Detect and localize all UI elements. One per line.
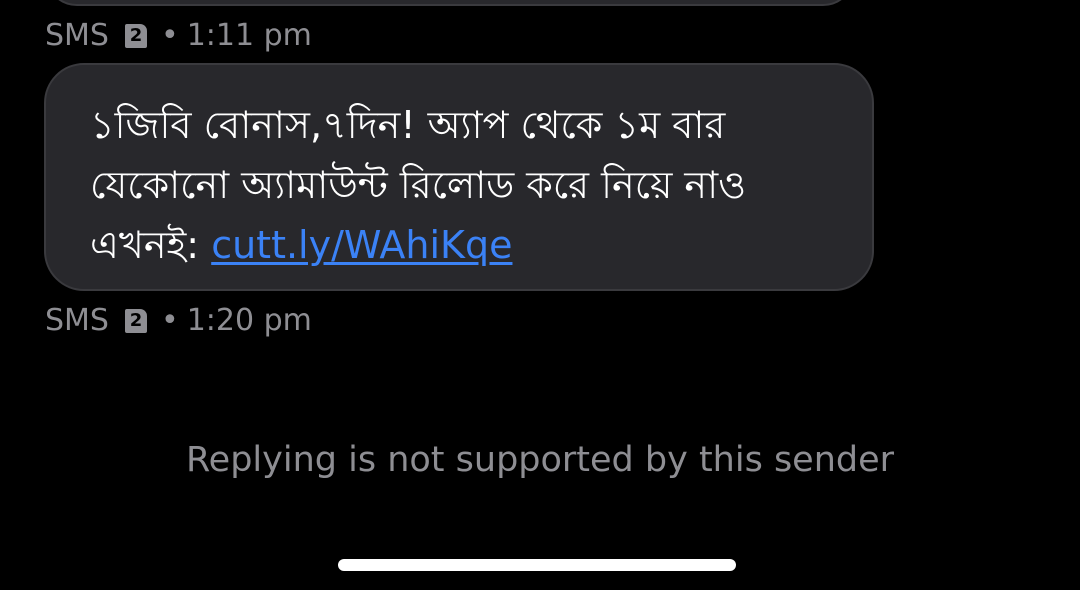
meta-separator: • bbox=[160, 18, 179, 53]
message-text-prefix: এখনই: bbox=[90, 223, 212, 267]
message-channel: SMS bbox=[45, 303, 109, 338]
message-meta: SMS 2 • 1:20 pm bbox=[45, 306, 312, 336]
message-time: 1:20 pm bbox=[186, 303, 312, 338]
reply-not-supported-note: Replying is not supported by this sender bbox=[185, 440, 895, 480]
sim-slot-number: 2 bbox=[129, 25, 143, 46]
message-text-line: ১জিবি বোনাস,৭দিন! অ্যাপ থেকে ১ম বার bbox=[90, 103, 726, 147]
sim-card-icon: 2 bbox=[124, 309, 147, 333]
message-link[interactable]: cutt.ly/WAhiKqe bbox=[211, 223, 512, 267]
message-text-line: এখনই: cutt.ly/WAhiKqe bbox=[90, 215, 832, 275]
home-indicator[interactable] bbox=[338, 559, 736, 571]
sim-slot-number: 2 bbox=[129, 310, 143, 331]
message-text-line: যেকোনো অ্যামাউন্ট রিলোড করে নিয়ে নাও bbox=[90, 163, 747, 207]
message-meta: SMS 2 • 1:11 pm bbox=[45, 21, 312, 51]
message-channel: SMS bbox=[45, 18, 109, 53]
conversation-screen: SMS 2 • 1:11 pm ১জিবি বোনাস,৭দিন! অ্যাপ … bbox=[0, 0, 1080, 590]
previous-message-bubble[interactable] bbox=[45, 0, 855, 6]
meta-separator: • bbox=[160, 303, 179, 338]
message-bubble[interactable]: ১জিবি বোনাস,৭দিন! অ্যাপ থেকে ১ম বার যেকো… bbox=[44, 63, 874, 291]
sim-card-icon: 2 bbox=[124, 24, 147, 48]
message-time: 1:11 pm bbox=[186, 18, 312, 53]
